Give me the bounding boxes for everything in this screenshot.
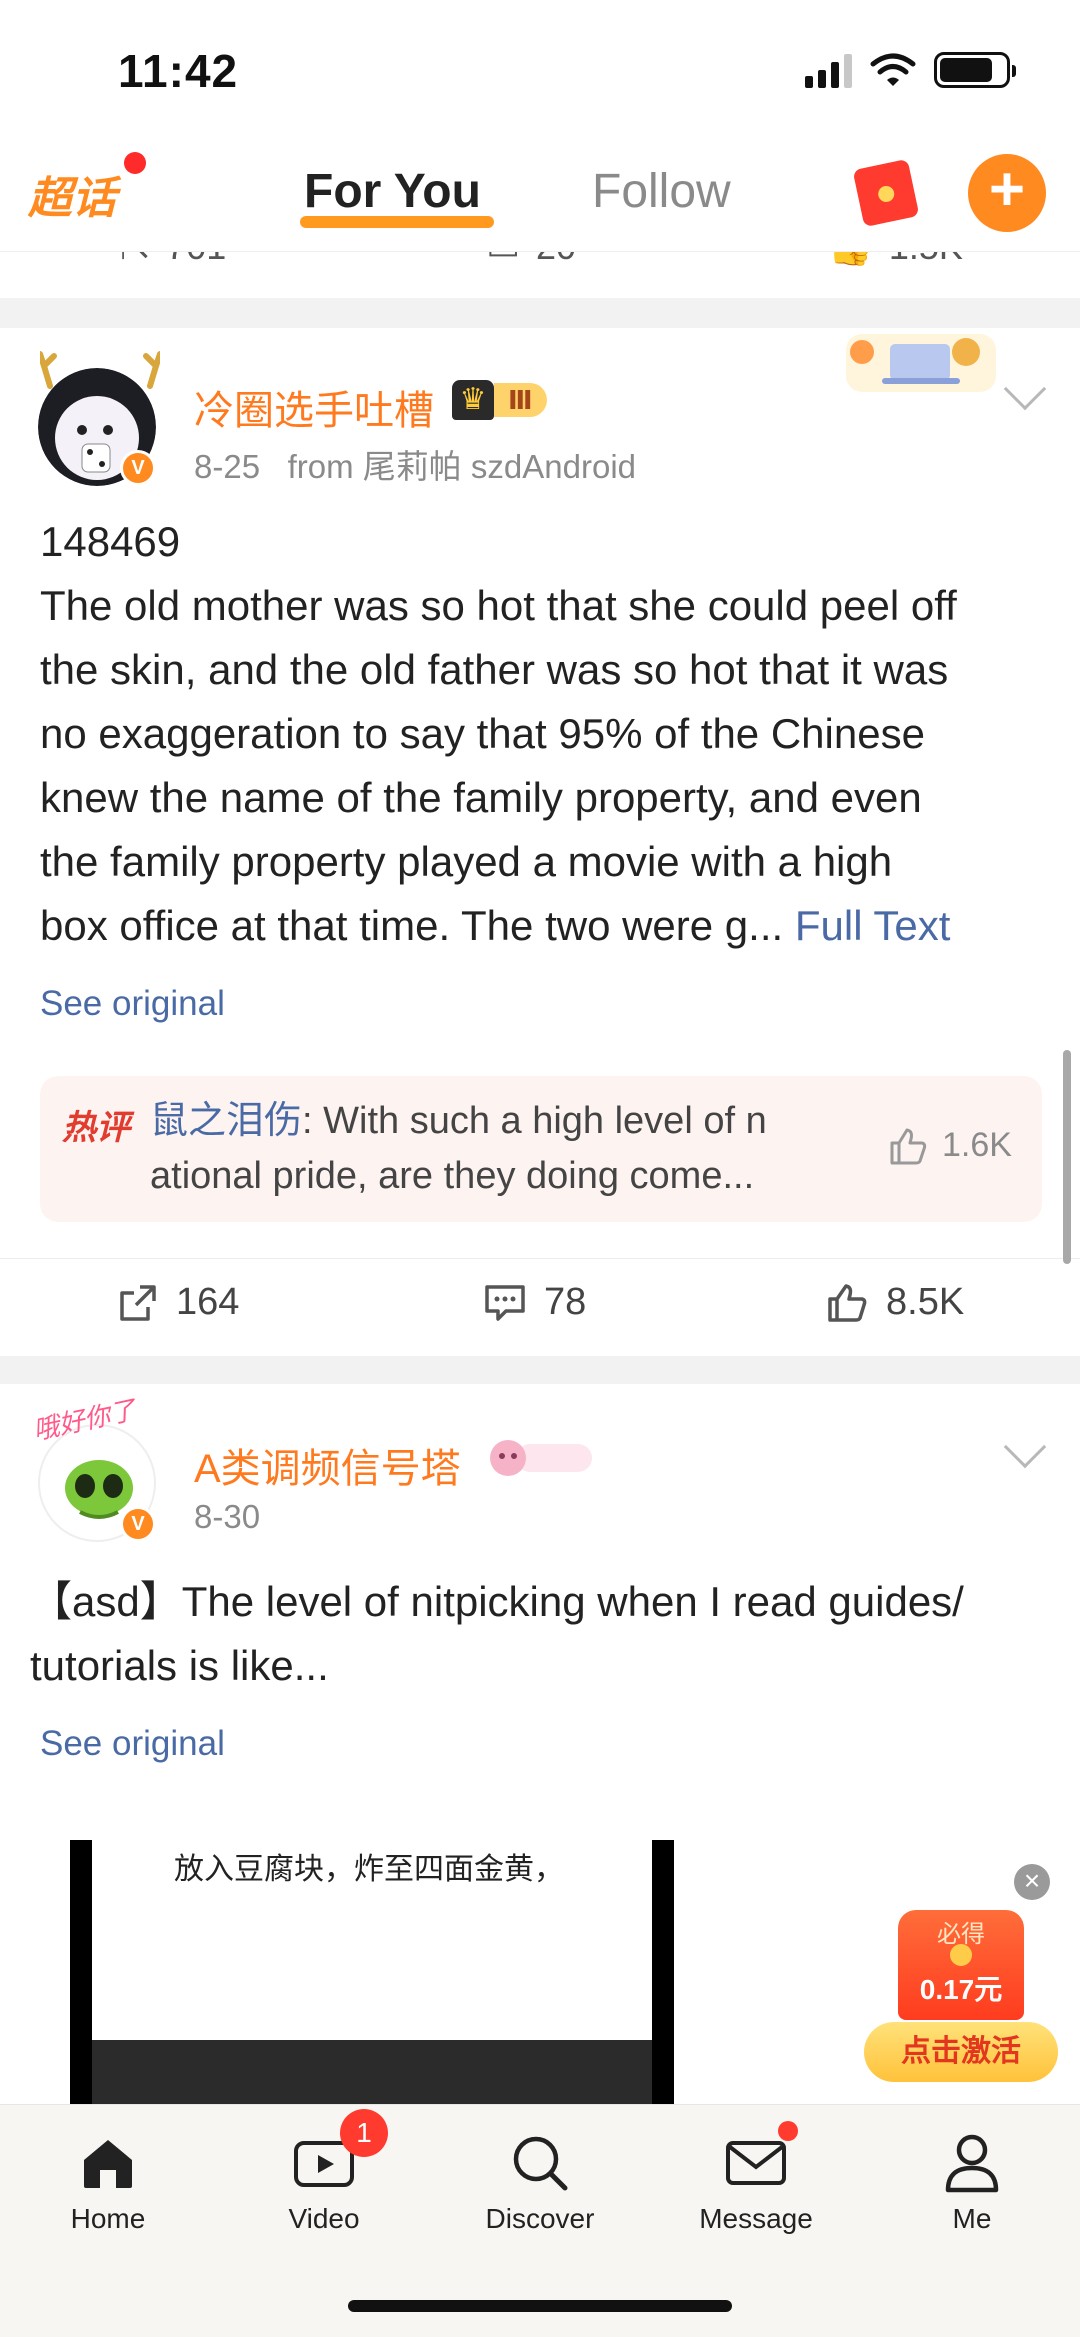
notification-dot [124,152,146,174]
battery-icon [934,52,1016,88]
status-bar: 11:42 [0,0,1080,140]
like-icon [828,1283,867,1322]
like-count[interactable]: 👍1.5K [828,252,963,268]
post-line: no exaggeration to say that 95% of the C… [40,710,925,757]
antler-decoration [40,351,160,389]
mail-icon [726,2141,786,2185]
promo-close-button[interactable]: × [1014,1864,1050,1900]
nav-message[interactable]: Message [676,2121,836,2235]
chaohua-button[interactable]: 超话 [28,162,116,226]
post-source: from 尾莉帕 szdAndroid [287,448,637,485]
scrollbar[interactable] [1063,1050,1071,1264]
post-line: the skin, and the old father was so hot … [40,646,949,693]
home-indicator[interactable] [348,2300,732,2312]
comment-icon [485,1284,525,1321]
comment-button[interactable]: 78 [484,1281,586,1324]
nav-video[interactable]: 1 Video [244,2109,404,2235]
post-line: The old mother was so hot that she could… [40,582,957,629]
like-button[interactable]: 8.5K [826,1281,964,1324]
hot-comment-like[interactable]: 1.6K [888,1126,1012,1165]
like-icon [890,1128,927,1164]
repost-count[interactable]: ⇱701 [120,252,226,268]
post-date: 8-25 [194,448,261,485]
see-original-link[interactable]: See original [40,984,225,1024]
post-line: 148469 [40,518,181,565]
nav-home[interactable]: Home [28,2131,188,2235]
hot-comment-label: 热评 [62,1109,130,1147]
post-line: box office at that time. The two were g.… [40,902,951,949]
member-badge-icon [490,1440,592,1476]
red-packet-icon[interactable] [852,158,920,228]
promo-activate-button[interactable]: 点击激活 [864,2022,1058,2082]
status-time: 11:42 [118,45,239,97]
nav-me[interactable]: Me [892,2131,1052,2235]
feed-separator [0,298,1080,328]
comment-count[interactable]: ▭20 [486,252,576,268]
add-post-button[interactable]: + [968,154,1046,232]
post-username[interactable]: A类调频信号塔 [194,1436,461,1494]
post-username[interactable]: 冷圈选手吐槽 [194,378,434,436]
post-menu-chevron-icon[interactable] [1003,367,1047,411]
post-line: the family property played a movie with … [40,838,893,885]
nav-discover[interactable]: Discover [460,2131,620,2235]
status-icons [805,52,1016,88]
home-icon [84,2140,132,2188]
post-line: knew the name of the family property, an… [40,774,922,821]
repost-icon [120,1284,156,1321]
image-caption: 放入豆腐块，炸至四面金黄， [174,1853,564,1886]
post-date: 8-30 [194,1498,261,1535]
repost-button[interactable]: 164 [118,1281,239,1324]
post-line: tutorials is like... [30,1642,329,1689]
tab-for-you[interactable]: For You [304,164,481,219]
promo-widget[interactable]: 必得 0.17元 [898,1910,1024,2020]
post-line: 【asd】The level of nitpicking when I read… [30,1578,964,1625]
search-icon [513,2136,568,2191]
post-body: 【asd】The level of nitpicking when I read… [30,1570,1040,1698]
wifi-icon [870,53,916,86]
tab-follow[interactable]: Follow [592,164,731,219]
video-badge: 1 [340,2109,388,2157]
post-actions: 164 78 8.5K [0,1258,1080,1348]
verified-badge: V [120,450,156,486]
feed-separator [0,1356,1080,1384]
hot-comment-author[interactable]: 鼠之泪伤 [150,1100,302,1142]
post-menu-chevron-icon[interactable] [1003,1425,1047,1469]
previous-post-stats: ⇱701 ▭20 👍1.5K [0,252,1080,298]
verified-badge: V [120,1506,156,1542]
decor-sticker-icon [846,334,996,392]
coin-icon [950,1944,972,1966]
signal-icon [805,52,852,88]
full-text-link[interactable]: Full Text [795,902,951,949]
top-nav: 超话 For You Follow + [0,140,1080,252]
post-meta: 8-25 from 尾莉帕 szdAndroid [194,440,636,488]
comment-icon: ▭ [486,252,520,268]
hot-comment-text: 鼠之泪伤: With such a high level of n ationa… [150,1100,767,1197]
person-icon [945,2134,999,2193]
repost-icon: ⇱ [120,252,150,268]
active-tab-indicator [300,216,494,228]
see-original-link[interactable]: See original [40,1724,225,1764]
crown-icon: ♛ [452,380,494,420]
promo-amount: 0.17元 [919,1974,1003,2005]
message-dot [778,2121,798,2141]
hot-comment[interactable]: 热评 鼠之泪伤: With such a high level of n ati… [40,1076,1042,1222]
like-icon: 👍 [828,252,873,268]
post-body: 148469 The old mother was so hot that sh… [40,510,1050,958]
level-badge: ♛ Ⅲ [452,380,547,420]
